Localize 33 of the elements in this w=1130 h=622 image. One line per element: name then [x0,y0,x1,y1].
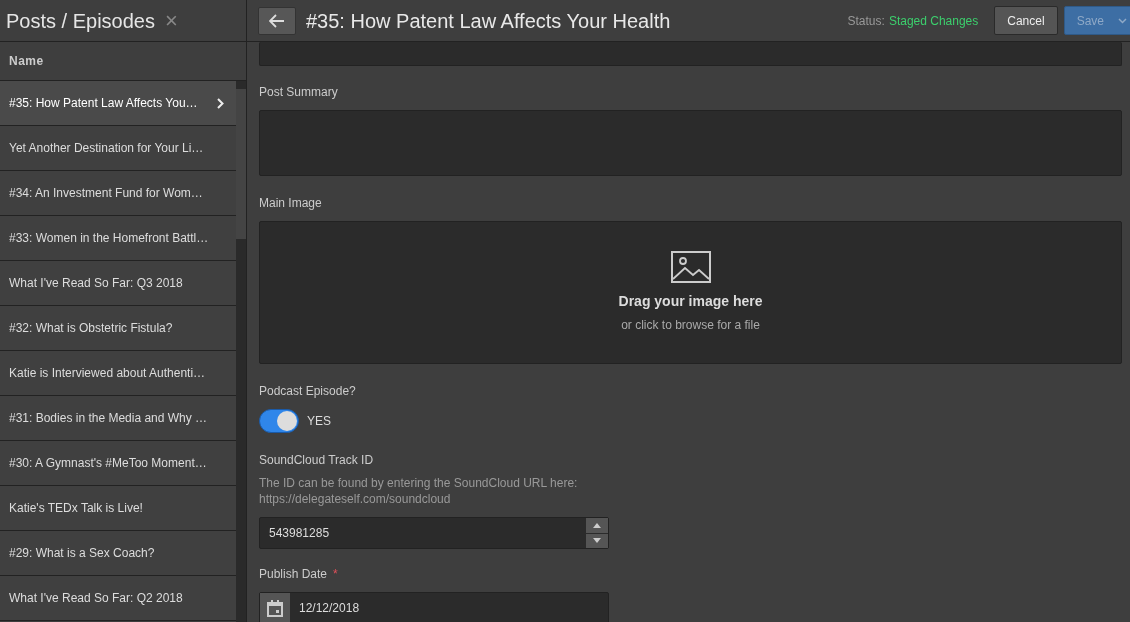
image-dropzone[interactable]: Drag your image here or click to browse for a file [259,221,1122,364]
spin-down-button[interactable] [586,533,608,548]
status-label: Status: [847,12,885,30]
text-field[interactable] [259,42,1122,66]
scrollbar[interactable] [236,81,246,622]
date-field[interactable]: 12/12/2018 [259,592,609,622]
field-label: Main Image [259,195,323,212]
field-label: Publish Date [259,566,328,583]
calendar-icon [267,599,283,617]
up-caret-icon [593,522,601,528]
field-label: SoundCloud Track ID [259,452,375,469]
caret-icon [1118,17,1127,24]
back-arrow-icon [269,13,285,28]
calendar-button[interactable] [260,593,290,622]
down-caret-icon [593,538,601,544]
cancel-button[interactable]: Cancel [994,6,1058,35]
spin-up-button[interactable] [586,518,608,533]
field-label: Post Summary [259,84,339,101]
list-item[interactable]: #35: How Patent Law Affects You… [0,81,236,126]
status-value: Staged Changes [888,12,979,30]
help-text: The ID can be found by entering the SoundCloud URL here: https://delegateself.com/soundcloud [259,475,579,507]
post-title: #35: How Patent Law Affects Your Health [306,8,672,34]
toggle-label: YES [307,413,331,430]
chevron-icon [217,97,224,109]
image-icon [670,251,711,283]
toggle-switch[interactable] [259,409,299,433]
required-mark: * [333,566,338,583]
dropzone-hint: or click to browse for a file [621,317,760,334]
back-button[interactable] [258,6,296,35]
field-label: Podcast Episode? [259,383,357,400]
panel-title: Posts / Episodes [6,8,155,34]
number-field[interactable]: 543981285 [259,517,609,549]
dropzone-title: Drag your image here [618,292,763,311]
